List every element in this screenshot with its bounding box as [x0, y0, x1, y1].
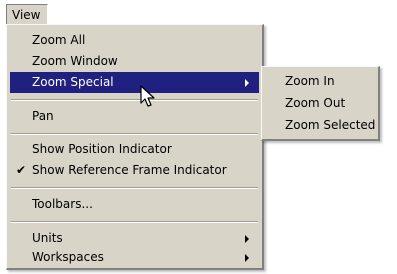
zoom-special-submenu: Zoom In Zoom Out Zoom Selected [261, 66, 380, 141]
checkmark-icon: ✔ [15, 163, 27, 177]
menu-separator [11, 187, 258, 189]
menu-separator [11, 221, 258, 223]
menu-item-toolbars[interactable]: Toolbars... [10, 194, 259, 215]
menu-bar: View [0, 0, 397, 26]
menu-item-label: Units [32, 231, 63, 245]
menu-item-pan[interactable]: Pan [10, 106, 259, 127]
arrow-pointer-icon [140, 85, 155, 107]
menu-item-units[interactable]: Units [10, 228, 259, 249]
menu-separator [11, 133, 258, 135]
submenu-item-zoom-in[interactable]: Zoom In [265, 71, 375, 92]
submenu-arrow-icon [245, 79, 249, 87]
screen: View Zoom All Zoom Window Zoom Special P… [0, 0, 397, 274]
menu-item-label: Show Reference Frame Indicator [32, 163, 227, 177]
menu-item-label: Workspaces [32, 250, 104, 264]
menu-item-zoom-all[interactable]: Zoom All [10, 30, 259, 51]
menu-separator [11, 99, 258, 101]
submenu-arrow-icon [245, 235, 249, 243]
submenu-item-zoom-selected[interactable]: Zoom Selected [265, 115, 375, 136]
view-menu-dropdown: Zoom All Zoom Window Zoom Special Pan Sh… [6, 24, 264, 270]
menu-item-zoom-window[interactable]: Zoom Window [10, 51, 259, 72]
menu-item-label: Zoom Special [32, 75, 114, 89]
submenu-item-zoom-out[interactable]: Zoom Out [265, 93, 375, 114]
submenu-arrow-icon [245, 254, 249, 262]
menu-item-show-reference-frame-indicator[interactable]: ✔ Show Reference Frame Indicator [10, 160, 259, 181]
menu-item-workspaces[interactable]: Workspaces [10, 247, 259, 268]
view-menu-title[interactable]: View [6, 4, 48, 24]
menu-item-show-position-indicator[interactable]: Show Position Indicator [10, 139, 259, 160]
menu-item-zoom-special[interactable]: Zoom Special [10, 72, 259, 93]
